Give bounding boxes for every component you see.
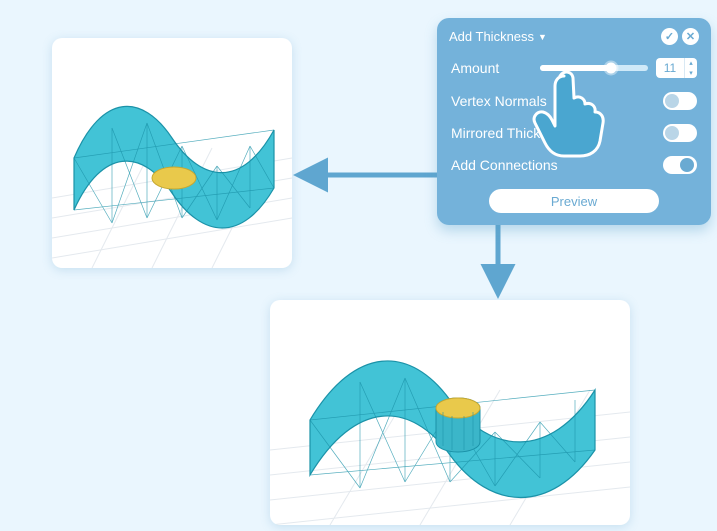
add-connections-toggle[interactable] [663, 156, 697, 174]
add-connections-label: Add Connections [451, 157, 558, 173]
viewport-after [270, 300, 630, 525]
check-icon: ✓ [665, 30, 674, 43]
add-thickness-panel: Add Thickness ▼ ✓ ✕ Amount 11 ▴ ▾ [437, 18, 711, 225]
chevron-down-icon: ▼ [538, 32, 547, 42]
stage: Add Thickness ▼ ✓ ✕ Amount 11 ▴ ▾ [0, 0, 717, 531]
mesh-before [52, 38, 292, 268]
confirm-button[interactable]: ✓ [661, 28, 678, 45]
mirrored-thickness-label: Mirrored Thickness [451, 125, 570, 141]
panel-title[interactable]: Add Thickness ▼ [449, 29, 547, 44]
cancel-button[interactable]: ✕ [682, 28, 699, 45]
panel-title-text: Add Thickness [449, 29, 534, 44]
preview-label: Preview [551, 194, 597, 209]
amount-label: Amount [451, 60, 499, 76]
amount-stepper[interactable]: 11 ▴ ▾ [656, 58, 697, 78]
vertex-normals-toggle[interactable] [663, 92, 697, 110]
stepper-up-icon[interactable]: ▴ [685, 58, 697, 68]
vertex-normals-label: Vertex Normals [451, 93, 547, 109]
amount-slider[interactable] [540, 65, 648, 71]
viewport-before [52, 38, 292, 268]
mesh-after [270, 300, 630, 525]
stepper-down-icon[interactable]: ▾ [685, 68, 697, 78]
amount-value: 11 [656, 58, 684, 78]
mirrored-thickness-toggle[interactable] [663, 124, 697, 142]
close-icon: ✕ [686, 30, 695, 43]
preview-button[interactable]: Preview [489, 189, 659, 213]
